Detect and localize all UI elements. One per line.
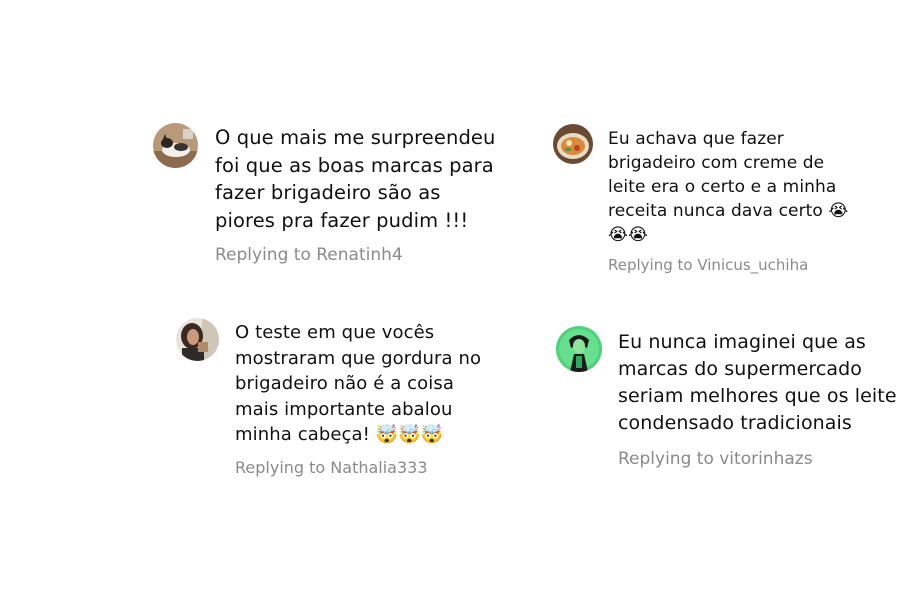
comment-text: Eu nunca imaginei que as marcas do super… [618,331,897,434]
cartoon-avatar-icon[interactable] [556,326,602,372]
food-bowl-avatar-icon[interactable] [553,124,593,164]
comment-text: O que mais me surpreendeu foi que as boa… [215,126,496,232]
replying-to-label[interactable]: Replying to Nathalia333 [235,458,428,477]
replying-to-label[interactable]: Replying to Vinicus_uchiha [608,256,808,274]
replying-to-label[interactable]: Replying to vitorinhazs [618,449,813,469]
comment-text: O teste em que vocês mostraram que gordu… [235,322,482,445]
cat-avatar-icon[interactable] [153,123,198,168]
comment-text: Eu achava que fazer brigadeiro com creme… [608,129,849,245]
replying-to-label[interactable]: Replying to Renatinh4 [215,245,403,265]
person-avatar-icon[interactable] [176,318,219,361]
